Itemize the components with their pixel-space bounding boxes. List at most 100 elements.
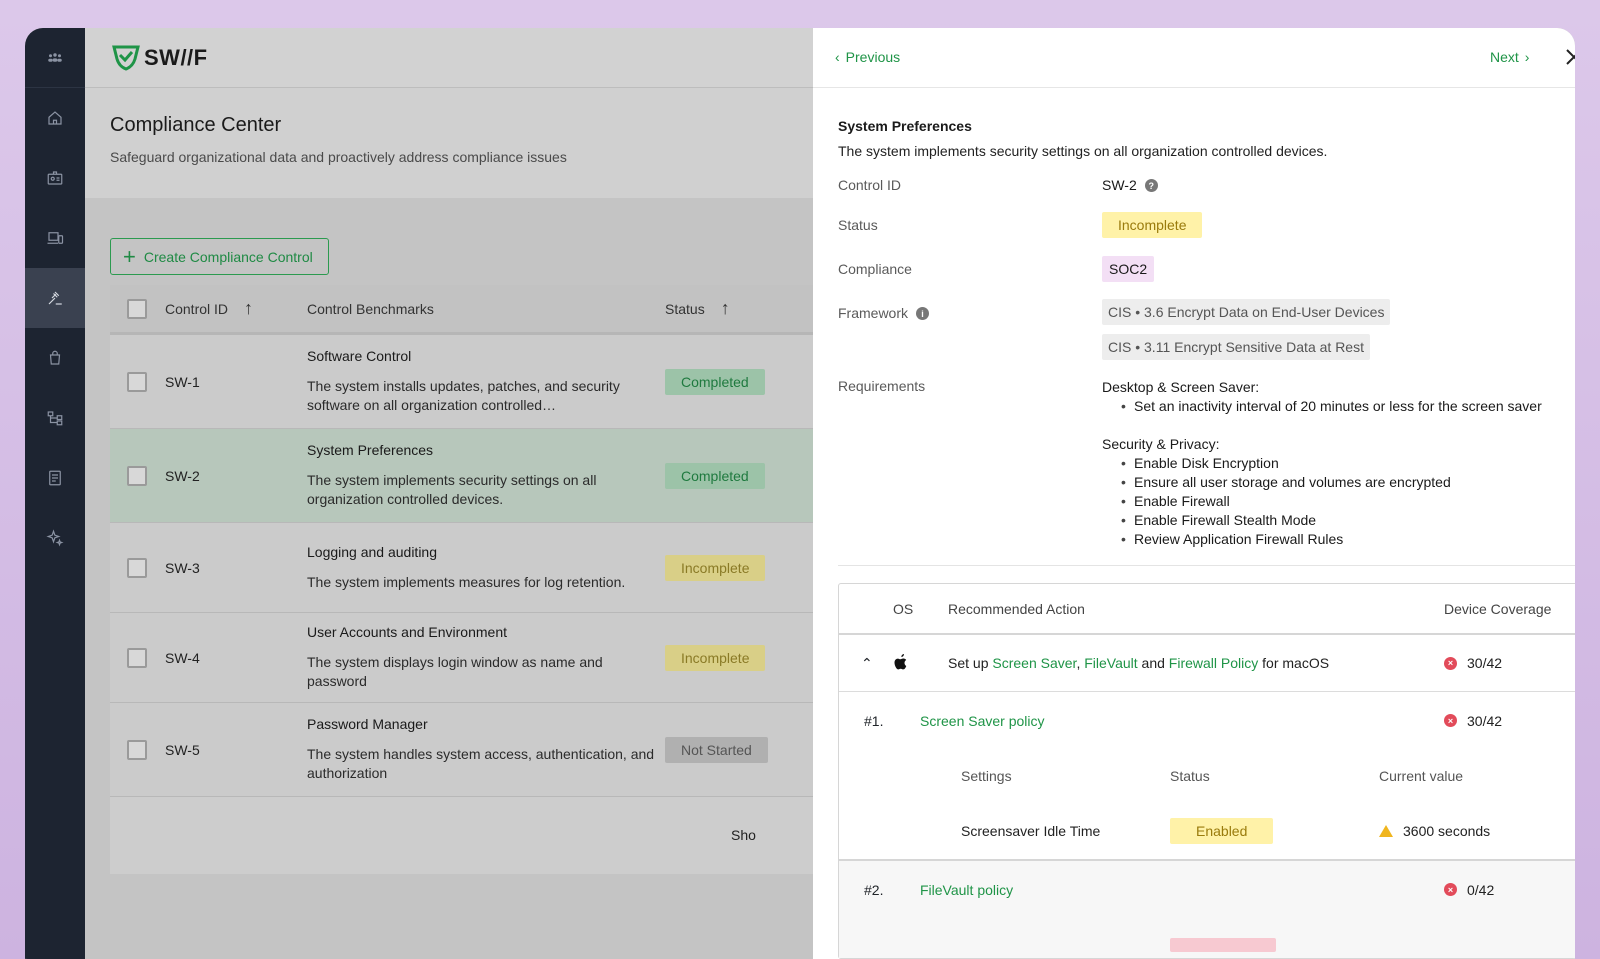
coverage-cell: × 30/42 [1444, 713, 1502, 729]
requirement-heading: Security & Privacy: [1102, 436, 1220, 452]
settings-status-col-header: Status [1170, 768, 1210, 784]
sidebar-item-home[interactable] [25, 88, 85, 148]
logo-text: SW//F [144, 44, 208, 70]
row-checkbox[interactable] [127, 557, 147, 578]
team-icon [48, 52, 62, 62]
status-label: Status [838, 217, 878, 233]
select-all-checkbox[interactable] [127, 298, 147, 319]
action-suffix: for macOS [1258, 655, 1330, 671]
warning-icon [1379, 825, 1393, 837]
setting-status-badge: Enabled [1170, 818, 1274, 844]
row-checkbox[interactable] [127, 647, 147, 668]
requirement-heading: Desktop & Screen Saver: [1102, 379, 1260, 395]
sidebar-item-ai[interactable] [25, 508, 85, 568]
firewall-policy-link[interactable]: Firewall Policy [1169, 655, 1258, 671]
column-header-os: OS [893, 600, 914, 617]
coverage-cell: × 30/42 [1444, 655, 1502, 671]
filevault-link[interactable]: FileVault [1084, 655, 1137, 671]
devices-icon [47, 232, 64, 244]
status-badge: Not Started [665, 736, 768, 763]
policy-row[interactable]: #2. FileVault policy × 0/42 [839, 861, 1575, 918]
panel-body: System Preferences The system implements… [813, 88, 1575, 959]
row-checkbox[interactable] [127, 465, 147, 486]
action-prefix: Set up [948, 655, 993, 671]
row-description: The system handles system access, authen… [307, 746, 655, 781]
sidebar-item-badge[interactable] [25, 148, 85, 208]
divider [838, 565, 1575, 566]
previous-button[interactable]: ‹ Previous [835, 49, 900, 65]
field-requirements: Requirements Desktop & Screen Saver: Set… [838, 378, 1575, 549]
apple-icon [893, 653, 948, 674]
pagination-show-label: Sho [731, 827, 756, 843]
column-header-control-id[interactable]: Control ID [165, 301, 228, 317]
chevron-up-icon[interactable]: ⌃ [839, 655, 893, 672]
coverage-cell: × 0/42 [1444, 882, 1494, 898]
help-icon[interactable]: ? [1144, 179, 1158, 192]
badge-icon [47, 171, 63, 185]
plus-icon: + [123, 243, 136, 269]
error-icon: × [1444, 883, 1457, 896]
logo[interactable]: SW//F [112, 45, 208, 71]
chevron-left-icon: ‹ [835, 49, 840, 65]
status-badge: Incomplete [665, 554, 766, 581]
action-row[interactable]: ⌃ Set up Screen Saver, FileVault and Fir… [839, 635, 1575, 692]
row-control-id: SW-2 [165, 467, 200, 484]
sidebar-item-compliance[interactable] [25, 268, 85, 328]
requirements-label: Requirements [838, 378, 926, 394]
row-checkbox[interactable] [127, 739, 147, 760]
status-badge: Completed [665, 368, 765, 395]
create-compliance-control-button[interactable]: + Create Compliance Control [110, 238, 329, 275]
coverage-value: 30/42 [1467, 655, 1503, 671]
row-description: The system implements measures for log r… [307, 573, 626, 590]
policy-name-link[interactable]: FileVault policy [920, 882, 1444, 898]
previous-label: Previous [845, 49, 901, 65]
column-header-status[interactable]: Status [665, 301, 705, 317]
setting-name: Screensaver Idle Time [961, 823, 1101, 839]
action-text: Set up Screen Saver, FileVault and Firew… [948, 655, 1444, 671]
row-description: The system implements security settings … [307, 472, 597, 507]
column-header-action: Recommended Action [948, 600, 1085, 617]
next-button[interactable]: Next › [1490, 49, 1529, 65]
requirement-item: Ensure all user storage and volumes are … [1121, 473, 1542, 492]
row-control-id: SW-4 [165, 649, 200, 666]
policy-number: #1. [864, 712, 884, 729]
sidebar-item-hierarchy[interactable] [25, 388, 85, 448]
row-title: Software Control [307, 348, 412, 364]
control-id-value: SW-2 [1102, 177, 1137, 193]
detail-panel: ‹ Previous Next › System Preferences The… [813, 28, 1575, 959]
bag-icon [49, 350, 61, 365]
settings-header: Settings Status Current value [839, 749, 1575, 803]
framework-tag: CIS • 3.6 Encrypt Data on End-User Devic… [1102, 299, 1391, 325]
policy-row[interactable]: #1. Screen Saver policy × 30/42 [839, 692, 1575, 749]
column-header-benchmarks: Control Benchmarks [307, 300, 434, 317]
sidebar-item-devices[interactable] [25, 208, 85, 268]
chevron-right-icon: › [1524, 49, 1530, 65]
gavel-icon [48, 291, 62, 305]
sidebar-item-team[interactable] [25, 28, 85, 88]
create-button-label: Create Compliance Control [143, 248, 313, 265]
close-icon[interactable] [1563, 46, 1575, 68]
requirement-item: Enable Firewall [1121, 492, 1542, 511]
field-status: Status Incomplete [838, 212, 1575, 261]
sparkle-icon [46, 529, 64, 547]
sidebar-item-report[interactable] [25, 448, 85, 508]
row-control-id: SW-1 [165, 373, 200, 390]
policy-name-link[interactable]: Screen Saver policy [920, 713, 1444, 729]
requirements-list: Desktop & Screen Saver: Set an inactivit… [1102, 378, 1542, 549]
sort-arrow-up-icon[interactable]: ↑ [721, 298, 730, 319]
current-value: 3600 seconds [1403, 823, 1491, 839]
requirement-item: Enable Disk Encryption [1121, 454, 1542, 473]
row-title: Password Manager [307, 716, 428, 732]
home-icon [48, 111, 62, 125]
sidebar-item-bag[interactable] [25, 328, 85, 388]
actions-table-header: OS Recommended Action Device Coverage [839, 584, 1575, 635]
row-description: The system displays login window as name… [307, 654, 603, 689]
info-icon[interactable]: i [916, 307, 930, 320]
row-checkbox[interactable] [127, 371, 147, 392]
current-value-col-header: Current value [1379, 768, 1464, 784]
framework-label: Framework [838, 305, 909, 321]
sort-arrow-up-icon[interactable]: ↑ [244, 298, 253, 319]
recommended-actions-table: OS Recommended Action Device Coverage ⌃ … [838, 583, 1575, 959]
screen-saver-link[interactable]: Screen Saver [992, 655, 1076, 671]
framework-tag: CIS • 3.11 Encrypt Sensitive Data at Res… [1102, 334, 1370, 360]
